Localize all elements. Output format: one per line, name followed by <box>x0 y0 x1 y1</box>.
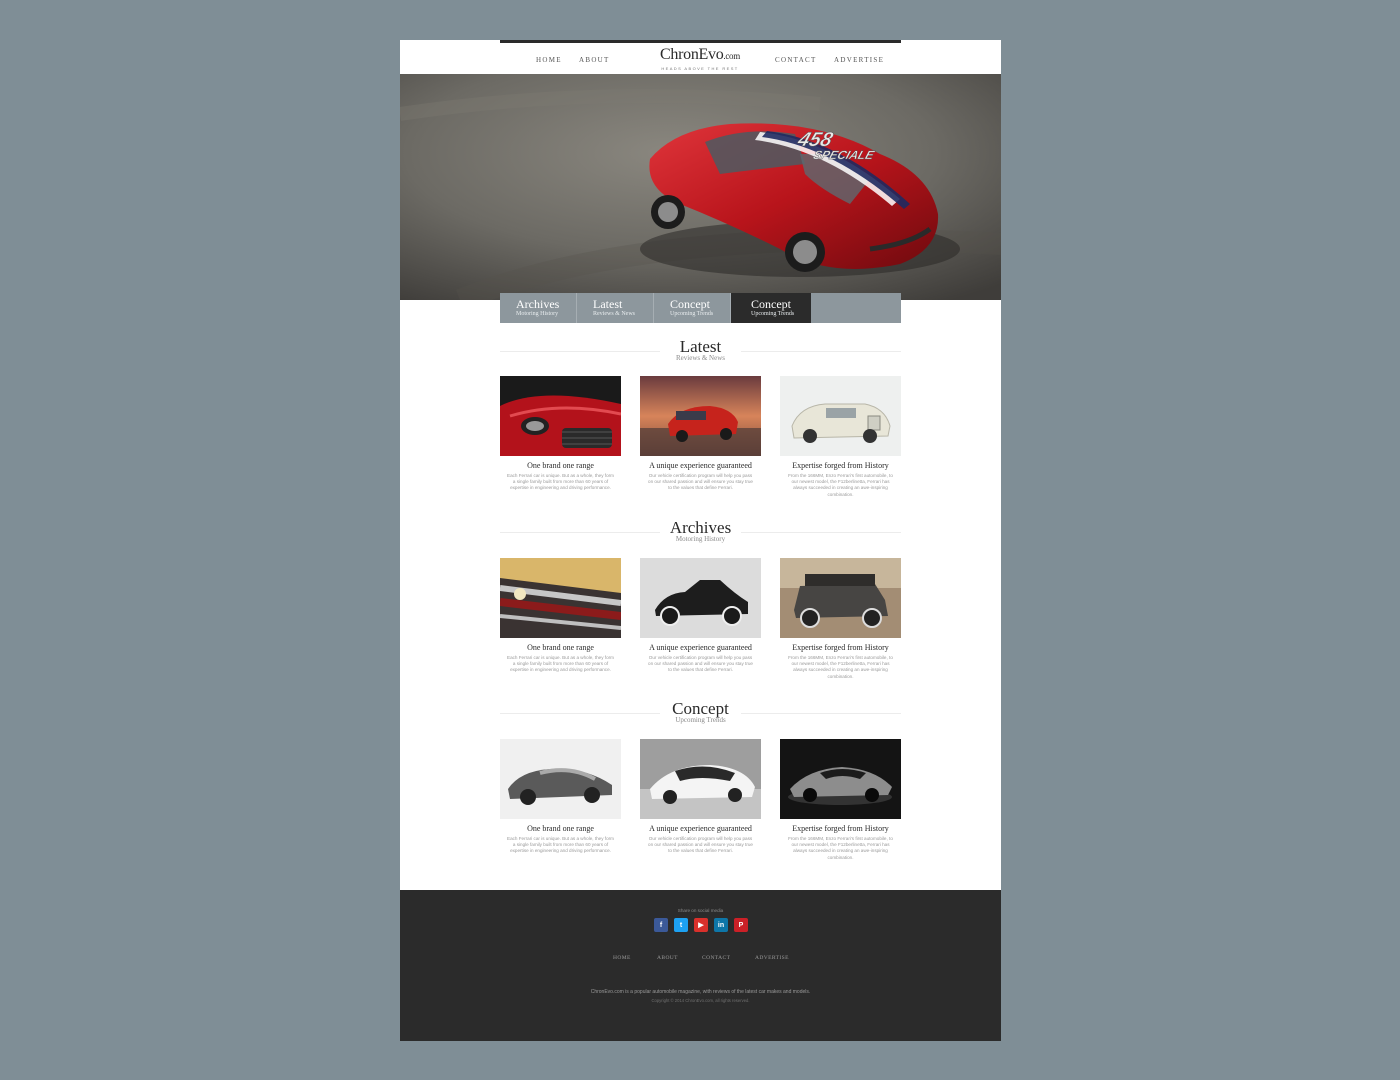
nav-about[interactable]: ABOUT <box>579 56 610 64</box>
article-card: Expertise forged from History From the 1… <box>780 558 901 680</box>
article-title-link[interactable]: A unique experience guaranteed <box>640 643 761 652</box>
article-title-link[interactable]: A unique experience guaranteed <box>640 824 761 833</box>
hero-image: 458 SPECIALE <box>400 74 1001 300</box>
logo-name: ChronEvo.com <box>650 46 750 65</box>
article-excerpt: Each Ferrari car is unique. But as a who… <box>507 836 614 854</box>
article-excerpt: Our vehicle certification program will h… <box>648 473 753 491</box>
section-subtitle: Motoring History <box>675 535 726 543</box>
article-card: A unique experience guaranteed Our vehic… <box>640 376 761 492</box>
article-excerpt: Each Ferrari car is unique. But as a who… <box>507 655 614 673</box>
article-card: One brand one range Each Ferrari car is … <box>500 376 621 492</box>
article-card: Expertise forged from History From the 1… <box>780 376 901 498</box>
share-label: Share on social media <box>677 908 724 913</box>
tab-archives[interactable]: Archives Motoring History <box>500 293 577 323</box>
article-thumbnail[interactable] <box>640 558 761 638</box>
footer-nav-advertise[interactable]: ADVERTISE <box>755 955 789 961</box>
article-excerpt: Our vehicle certification program will h… <box>648 836 753 854</box>
article-title-link[interactable]: Expertise forged from History <box>780 643 901 652</box>
section-header-latest: Latest Reviews & News <box>500 338 901 366</box>
nav-contact[interactable]: CONTACT <box>775 56 817 64</box>
article-thumbnail[interactable] <box>500 739 621 819</box>
nav-advertise[interactable]: ADVERTISE <box>834 56 884 64</box>
article-thumbnail[interactable] <box>500 558 621 638</box>
article-title-link[interactable]: One brand one range <box>500 461 621 470</box>
article-excerpt: From the 166MM, Enzo Ferrari's first aut… <box>788 836 893 860</box>
footer-nav-contact[interactable]: CONTACT <box>702 955 730 961</box>
article-thumbnail[interactable] <box>640 376 761 456</box>
facebook-icon[interactable]: f <box>654 918 668 932</box>
pinterest-icon[interactable]: P <box>734 918 748 932</box>
tab-latest[interactable]: Latest Reviews & News <box>577 293 654 323</box>
article-card: A unique experience guaranteed Our vehic… <box>640 739 761 855</box>
section-header-concept: Concept Upcoming Trends <box>500 700 901 728</box>
article-title-link[interactable]: A unique experience guaranteed <box>640 461 761 470</box>
article-card: A unique experience guaranteed Our vehic… <box>640 558 761 674</box>
hero-banner: 458 SPECIALE <box>400 74 1001 300</box>
tab-subtitle: Reviews & News <box>593 311 635 317</box>
nav-home[interactable]: HOME <box>536 56 562 64</box>
section-subtitle: Reviews & News <box>676 354 725 362</box>
article-excerpt: Each Ferrari car is unique. But as a who… <box>507 473 614 491</box>
article-title-link[interactable]: Expertise forged from History <box>780 461 901 470</box>
tab-concept-active[interactable]: Concept Upcoming Trends <box>731 293 811 323</box>
tab-title: Concept <box>751 297 791 311</box>
page: HOME ABOUT ChronEvo.com HEADS ABOVE THE … <box>400 40 1001 1041</box>
article-thumbnail[interactable] <box>640 739 761 819</box>
social-links: f t ▶ in P <box>654 918 748 932</box>
article-excerpt: From the 166MM, Enzo Ferrari's first aut… <box>788 473 893 497</box>
tab-subtitle: Upcoming Trends <box>670 311 714 317</box>
logo-suffix: .com <box>723 51 740 61</box>
article-title-link[interactable]: One brand one range <box>500 824 621 833</box>
linkedin-icon[interactable]: in <box>714 918 728 932</box>
article-thumbnail[interactable] <box>500 376 621 456</box>
header: HOME ABOUT ChronEvo.com HEADS ABOVE THE … <box>400 43 1001 74</box>
article-thumbnail[interactable] <box>780 376 901 456</box>
footer-nav-home[interactable]: HOME <box>613 955 631 961</box>
hero-badge-line2: SPECIALE <box>811 148 876 162</box>
tab-subtitle: Motoring History <box>516 311 559 317</box>
article-card: One brand one range Each Ferrari car is … <box>500 739 621 855</box>
article-thumbnail[interactable] <box>780 739 901 819</box>
tab-subtitle: Upcoming Trends <box>751 311 795 317</box>
section-subtitle: Upcoming Trends <box>675 716 726 724</box>
footer: Share on social media f t ▶ in P HOME ABOUT … <box>400 890 1001 1041</box>
category-tabs: Archives Motoring History Latest Reviews… <box>500 293 901 323</box>
tab-title: Archives <box>516 297 560 311</box>
footer-description: ChronEvo.com is a popular automobile mag… <box>590 989 811 995</box>
article-card: Expertise forged from History From the 1… <box>780 739 901 861</box>
article-thumbnail[interactable] <box>780 558 901 638</box>
twitter-icon[interactable]: t <box>674 918 688 932</box>
article-title-link[interactable]: One brand one range <box>500 643 621 652</box>
article-excerpt: Our vehicle certification program will h… <box>648 655 753 673</box>
tab-concept[interactable]: Concept Upcoming Trends <box>654 293 731 323</box>
logo-tagline: HEADS ABOVE THE REST <box>661 66 739 71</box>
copyright: Copyright © 2014 ChronEvo.com, all right… <box>651 998 750 1003</box>
section-header-archives: Archives Motoring History <box>500 519 901 547</box>
article-title-link[interactable]: Expertise forged from History <box>780 824 901 833</box>
youtube-icon[interactable]: ▶ <box>694 918 708 932</box>
tab-title: Concept <box>670 297 710 311</box>
logo[interactable]: ChronEvo.com HEADS ABOVE THE REST <box>650 46 750 71</box>
footer-nav-about[interactable]: ABOUT <box>657 955 678 961</box>
article-card: One brand one range Each Ferrari car is … <box>500 558 621 674</box>
article-excerpt: From the 166MM, Enzo Ferrari's first aut… <box>788 655 893 679</box>
tab-title: Latest <box>593 297 623 311</box>
logo-name-text: ChronEvo <box>660 46 724 63</box>
